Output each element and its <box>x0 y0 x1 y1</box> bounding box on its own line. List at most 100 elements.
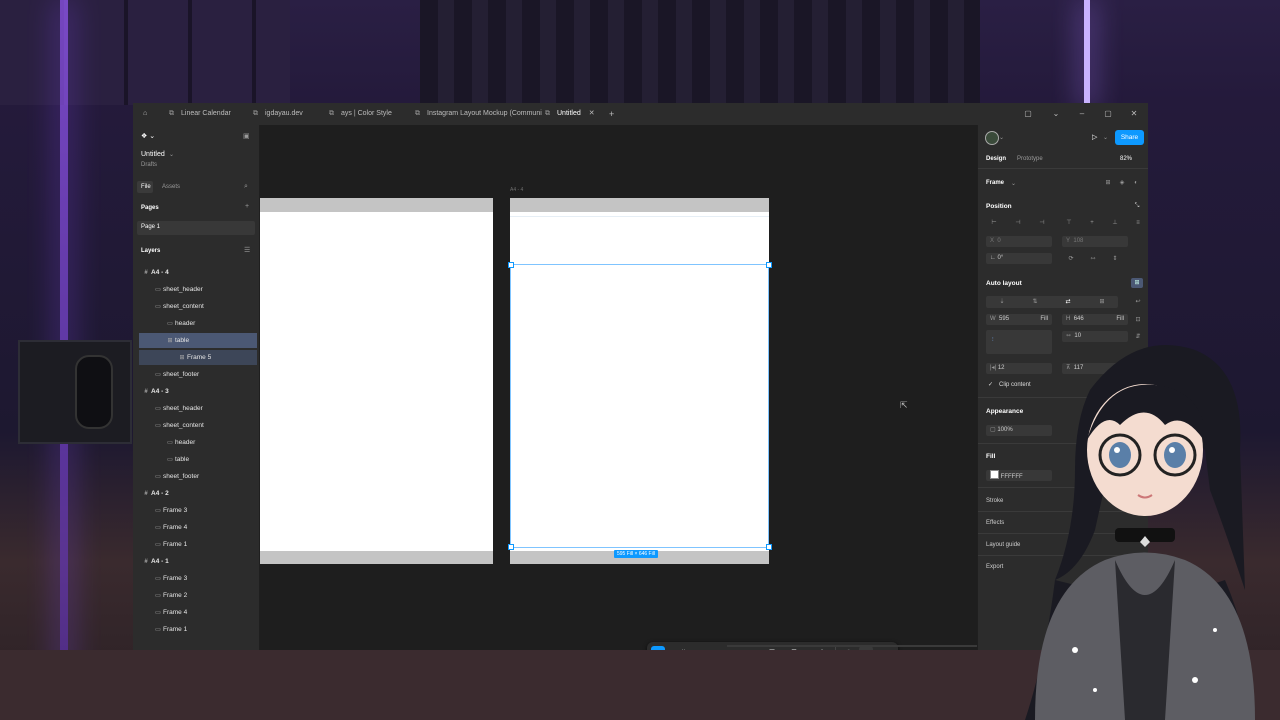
layer-item[interactable]: # A4 - 2 <box>139 486 257 501</box>
maximize-button[interactable]: ▢ <box>1101 103 1115 125</box>
layer-item[interactable]: ▭ Frame 2 <box>139 588 257 603</box>
rotation-field[interactable]: ∟ 0° <box>986 253 1052 264</box>
direction-horizontal-icon[interactable]: ⇄ <box>1062 297 1074 307</box>
align-right-icon[interactable]: ⊣ <box>1036 218 1048 228</box>
direction-vertical-icon[interactable]: ⇅ <box>1029 297 1041 307</box>
present-play-icon[interactable]: ▷ <box>1092 133 1097 141</box>
tab-assets[interactable]: Assets <box>162 184 180 190</box>
rectangle-tool-icon[interactable]: □ <box>705 646 719 650</box>
grid-icon[interactable]: ⊞ <box>1102 178 1114 188</box>
layer-label: sheet_footer <box>163 473 200 480</box>
search-icon[interactable]: ⌕ <box>244 183 248 191</box>
file-name[interactable]: Untitled <box>141 151 165 158</box>
background-shelf <box>0 0 290 105</box>
layer-item[interactable]: ▭ header <box>139 316 257 331</box>
tab-prototype[interactable]: Prototype <box>1017 156 1043 162</box>
move-tool-icon[interactable]: ➤ <box>651 646 665 650</box>
tab-linear-calendar[interactable]: ⧉ Linear Calendar <box>169 103 231 125</box>
tab-instagram-mockup[interactable]: ⧉ Instagram Layout Mockup (Communi <box>415 103 542 125</box>
notifications-icon[interactable]: ▢ <box>1021 103 1035 125</box>
horizontal-scrollbar[interactable] <box>727 645 977 647</box>
layer-item[interactable]: ▭ sheet_footer <box>139 469 257 484</box>
close-icon[interactable]: ✕ <box>589 110 595 117</box>
layer-item[interactable]: ⊞ Frame 5 <box>139 350 257 365</box>
align-top-icon[interactable]: ⊤ <box>1063 218 1075 228</box>
layer-item[interactable]: ▭ Frame 4 <box>139 605 257 620</box>
figma-file-icon: ⧉ <box>415 110 420 117</box>
zoom-level[interactable]: 82% <box>1120 156 1132 162</box>
chevron-down-icon[interactable]: ⌄ <box>667 646 671 650</box>
chevron-down-icon[interactable]: ⌄ <box>1103 134 1108 141</box>
checkbox-checked-icon[interactable]: ✓ <box>988 381 993 388</box>
tab-untitled[interactable]: ⧉ Untitled ✕ <box>545 103 595 125</box>
chevron-down-icon[interactable]: ⌄ <box>1011 180 1016 187</box>
rotate-icon[interactable]: ⟳ <box>1065 254 1077 264</box>
layer-item[interactable]: ▭ header <box>139 435 257 450</box>
minimize-button[interactable]: – <box>1075 103 1089 125</box>
flip-horizontal-icon[interactable]: ⇿ <box>1087 254 1099 264</box>
collapse-icon[interactable]: ⤡ <box>1131 201 1143 211</box>
close-window-button[interactable]: ✕ <box>1127 103 1141 125</box>
height-field[interactable]: H 646 Fill <box>1062 314 1128 325</box>
align-bottom-icon[interactable]: ⊥ <box>1109 218 1121 228</box>
selection-outline[interactable] <box>510 264 769 548</box>
layer-item[interactable]: ▭ sheet_header <box>139 401 257 416</box>
frame-label[interactable]: A4 - 4 <box>510 187 523 193</box>
chevron-down-icon[interactable]: ⌄ <box>692 646 696 650</box>
frame-type[interactable]: Frame <box>986 180 1004 186</box>
wrap-grid-icon[interactable]: ⊞ <box>1096 297 1108 307</box>
selection-handle[interactable] <box>766 262 772 268</box>
layer-item[interactable]: # A4 - 3 <box>139 384 257 399</box>
flip-vertical-icon[interactable]: ⇕ <box>1109 254 1121 264</box>
main-menu-icon[interactable]: ❖ ⌄ <box>141 132 155 140</box>
mask-icon[interactable]: ◐ <box>1130 178 1142 188</box>
layer-item[interactable]: ▭ Frame 3 <box>139 503 257 518</box>
layer-item[interactable]: ▭ Frame 3 <box>139 571 257 586</box>
selection-handle[interactable] <box>508 544 514 550</box>
tab-file[interactable]: File <box>141 184 151 190</box>
share-button[interactable]: Share <box>1115 130 1144 145</box>
selection-handle[interactable] <box>766 544 772 550</box>
x-field[interactable]: X 0 <box>986 236 1052 247</box>
layer-item[interactable]: ▭ Frame 1 <box>139 537 257 552</box>
chevron-down-icon[interactable]: ⌄ <box>999 134 1004 141</box>
avatar[interactable] <box>985 131 999 145</box>
align-center-icon[interactable]: ⊣ <box>1012 218 1024 228</box>
layer-item[interactable]: ▭ Frame 1 <box>139 622 257 637</box>
new-tab-button[interactable]: + <box>609 103 614 125</box>
a4-frame-sheet[interactable] <box>260 212 493 551</box>
layer-item[interactable]: ▭ sheet_content <box>139 418 257 433</box>
component-icon[interactable]: ◈ <box>1116 178 1128 188</box>
canvas[interactable]: A4 - 4 595 Fill × 646 Fill ⇱ ➤ ⌄ # ⌄ □ ⌄… <box>260 125 977 650</box>
chevron-down-icon[interactable]: ⌄ <box>1049 103 1063 125</box>
tab-design[interactable]: Design <box>986 156 1006 162</box>
distribute-icon[interactable]: ≡ <box>1132 218 1144 228</box>
align-left-icon[interactable]: ⊢ <box>988 218 1000 228</box>
direction-down-icon[interactable]: ⇣ <box>996 297 1008 307</box>
constraints-icon[interactable]: ⊡ <box>1132 315 1144 325</box>
selection-handle[interactable] <box>508 262 514 268</box>
chevron-down-icon[interactable]: ⌄ <box>721 646 725 650</box>
tab-color-style[interactable]: ⧉ ays | Color Style <box>329 103 392 125</box>
layer-item[interactable]: ▭ sheet_content <box>139 299 257 314</box>
layer-item[interactable]: ▭ sheet_header <box>139 282 257 297</box>
layer-item[interactable]: # A4 - 4 <box>139 265 257 280</box>
sidebar-toggle-icon[interactable]: ▣ <box>243 132 250 140</box>
layer-item[interactable]: ▭ Frame 4 <box>139 520 257 535</box>
align-middle-icon[interactable]: + <box>1086 218 1098 228</box>
auto-layout-toggle-icon[interactable]: ⊞ <box>1131 278 1143 288</box>
layer-item[interactable]: ⊞ table <box>139 333 257 348</box>
layer-item[interactable]: # A4 - 1 <box>139 554 257 569</box>
layer-item[interactable]: ▭ table <box>139 452 257 467</box>
chevron-down-icon[interactable]: ⌄ <box>169 151 174 158</box>
layer-item[interactable]: ▭ sheet_footer <box>139 367 257 382</box>
wrap-icon[interactable]: ↩ <box>1132 297 1144 307</box>
home-icon[interactable]: ⌂ <box>143 103 155 125</box>
add-page-button[interactable]: + <box>245 203 249 210</box>
width-field[interactable]: W 595 Fill <box>986 314 1052 325</box>
frame-tool-icon[interactable]: # <box>676 646 690 650</box>
page-item[interactable]: Page 1 <box>141 224 160 230</box>
tab-igdayau[interactable]: ⧉ igdayau.dev <box>253 103 303 125</box>
layers-list-icon[interactable]: ☰ <box>244 246 250 254</box>
y-field[interactable]: Y 108 <box>1062 236 1128 247</box>
